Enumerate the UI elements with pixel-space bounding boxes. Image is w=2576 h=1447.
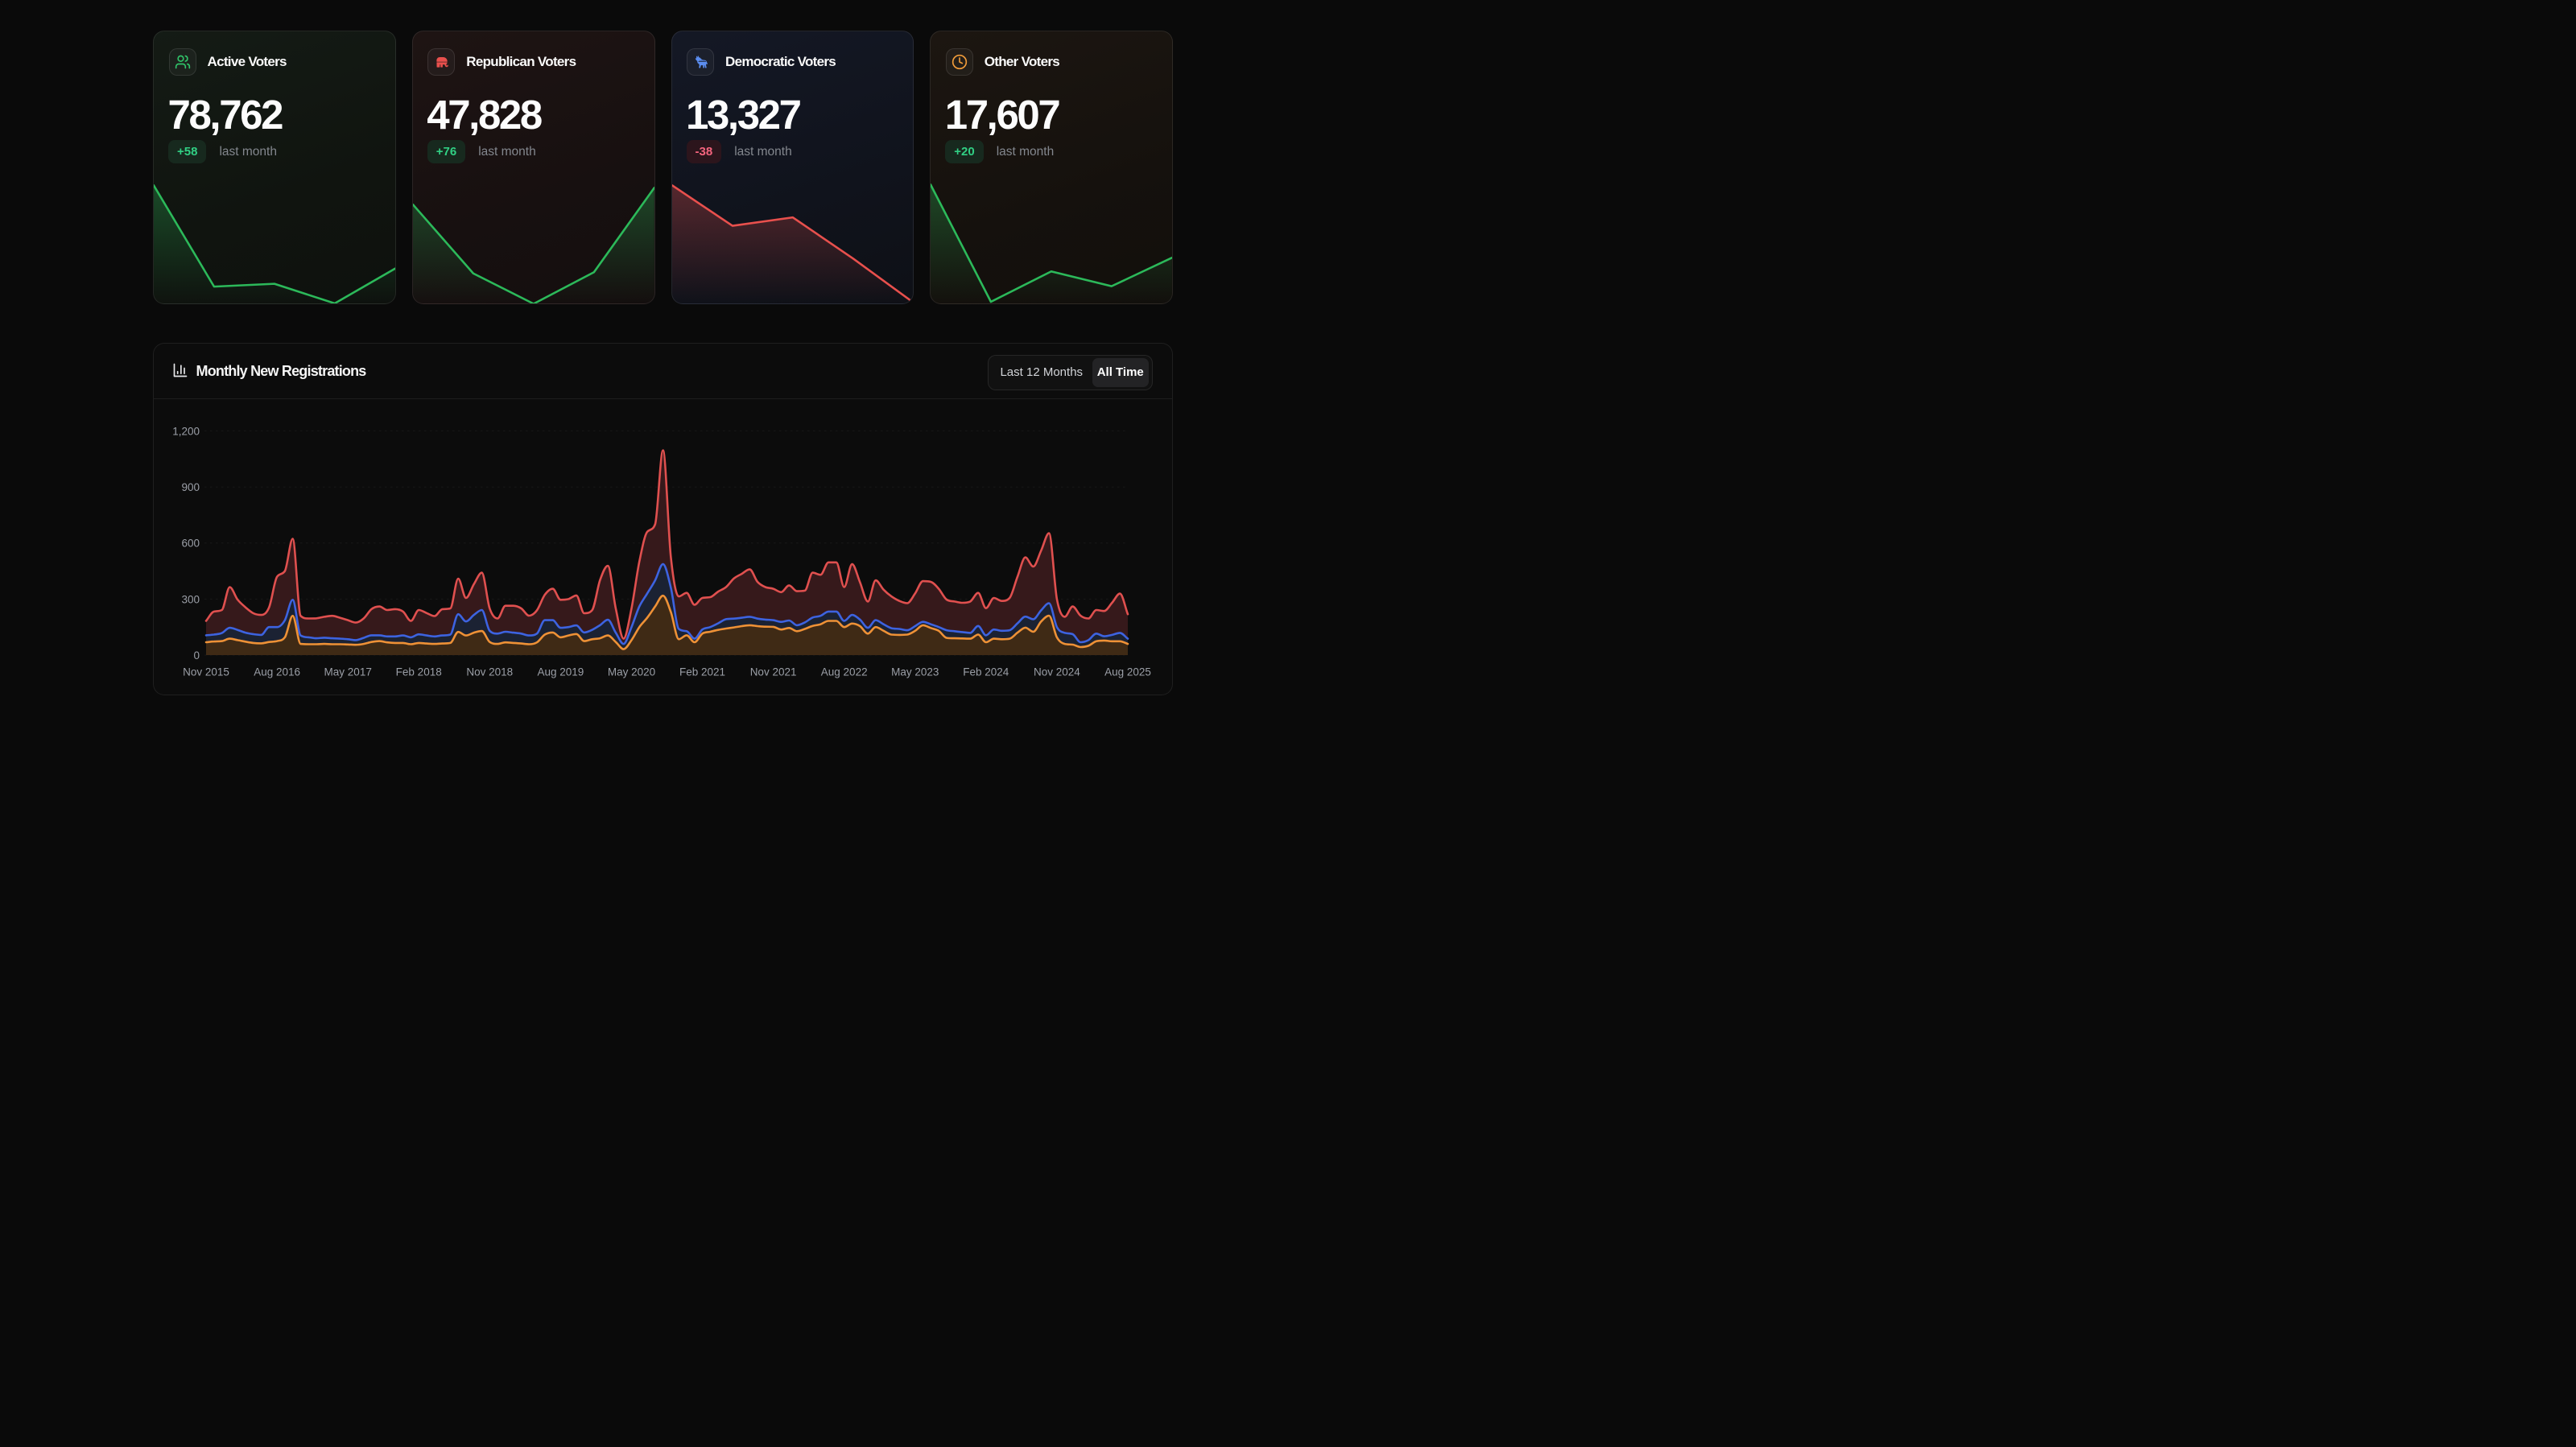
svg-text:May 2023: May 2023: [891, 666, 939, 678]
svg-text:0: 0: [193, 649, 200, 662]
svg-text:Aug 2022: Aug 2022: [821, 666, 868, 678]
svg-text:300: 300: [181, 593, 200, 605]
svg-text:Nov 2024: Nov 2024: [1034, 666, 1080, 678]
svg-text:Nov 2015: Nov 2015: [183, 666, 229, 678]
svg-text:Feb 2018: Feb 2018: [396, 666, 442, 678]
svg-text:Feb 2021: Feb 2021: [679, 666, 725, 678]
svg-text:May 2017: May 2017: [324, 666, 372, 678]
svg-text:1,200: 1,200: [172, 425, 200, 437]
svg-text:Aug 2025: Aug 2025: [1104, 666, 1151, 678]
svg-text:May 2020: May 2020: [608, 666, 655, 678]
svg-text:Nov 2021: Nov 2021: [750, 666, 797, 678]
svg-text:600: 600: [181, 538, 200, 550]
svg-text:Nov 2018: Nov 2018: [466, 666, 513, 678]
svg-text:Feb 2024: Feb 2024: [963, 666, 1009, 678]
svg-text:900: 900: [181, 481, 200, 493]
svg-text:Aug 2016: Aug 2016: [254, 666, 300, 678]
svg-text:Aug 2019: Aug 2019: [537, 666, 584, 678]
